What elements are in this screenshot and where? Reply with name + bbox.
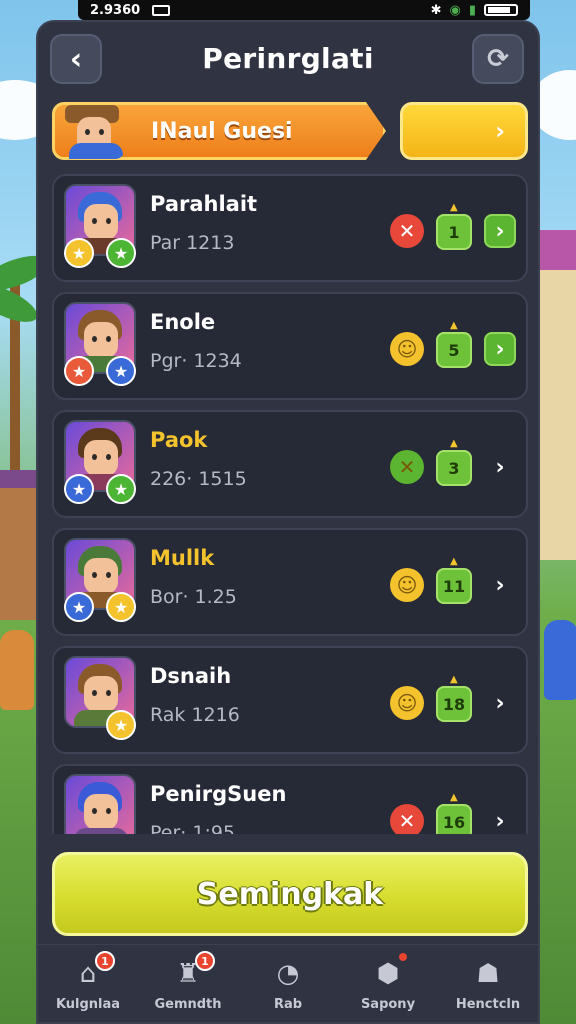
- chevron-right-icon: ›: [495, 117, 505, 145]
- rank-badge: 5: [436, 320, 472, 368]
- player-row[interactable]: ★ ★ Enole Pgr· 1234 ☺ 5 ›: [52, 292, 528, 400]
- achievement-badge-icon: ★: [106, 710, 136, 740]
- player-score: Per· 1:95: [150, 822, 236, 834]
- rank-badge: 1: [436, 202, 472, 250]
- nav-item-rab[interactable]: ◔ Rab: [243, 957, 333, 1012]
- rank-badge: 16: [436, 792, 472, 834]
- rank-badge: 18: [436, 674, 472, 722]
- player-name: Parahlait: [150, 192, 258, 216]
- achievement-badge-icon: ★: [106, 474, 136, 504]
- achievement-badge-icon: ★: [106, 356, 136, 386]
- achievement-badge-icon: ★: [106, 238, 136, 268]
- smiley-icon[interactable]: ☺: [390, 568, 424, 602]
- achievement-badge-icon: ★: [106, 592, 136, 622]
- player-row[interactable]: ★ Dsnaih Rak 1216 ☺ 18 ›: [52, 646, 528, 754]
- player-row[interactable]: ★ ★ Parahlait Par 1213 ✕ 1 ›: [52, 174, 528, 282]
- player-score: Bor· 1.25: [150, 586, 237, 608]
- clock-icon: ◔: [276, 959, 300, 989]
- nav-item-henctcln[interactable]: ☗ Henctcln: [443, 957, 533, 1012]
- rank-badge: 11: [436, 556, 472, 604]
- player-name: PenirgSuen: [150, 782, 287, 806]
- battery-icon: [484, 4, 518, 16]
- nav-item-kulgnlaa[interactable]: ⌂ 1 Kulgnlaa: [43, 951, 133, 1012]
- chevron-right-icon[interactable]: ›: [484, 332, 516, 366]
- nav-item-sapony[interactable]: ⬢ Sapony: [343, 953, 433, 1012]
- banner-avatar: [59, 102, 125, 159]
- nav-label: Sapony: [360, 997, 416, 1012]
- bottom-nav: ⌂ 1 Kulgnlaa ♜ 1 Gemndth ◔ Rab ⬢ Sapony …: [38, 944, 538, 1024]
- nav-item-gemndth[interactable]: ♜ 1 Gemndth: [143, 951, 233, 1012]
- shop-icon: ⬢: [376, 959, 400, 989]
- player-name: Mullk: [150, 546, 215, 570]
- header: ‹ Perinrglati ⟳: [38, 34, 538, 94]
- wifi-icon: ◉: [449, 2, 461, 18]
- chevron-right-icon[interactable]: ›: [484, 568, 516, 602]
- achievement-badge-icon: ★: [64, 474, 94, 504]
- chevron-right-icon[interactable]: ›: [484, 214, 516, 248]
- achievement-badge-icon: ★: [64, 592, 94, 622]
- bluetooth-icon: ✱: [430, 2, 442, 18]
- cross-icon[interactable]: ✕: [390, 450, 424, 484]
- guest-banner[interactable]: INaul Guesi: [52, 102, 386, 160]
- rank-badge: 3: [436, 438, 472, 486]
- status-bar: 2.9360 ✱ ◉ ▮: [78, 0, 530, 20]
- signal-icon: ▮: [468, 2, 476, 18]
- banner-label: INaul Guesi: [151, 119, 293, 144]
- notification-badge: 1: [95, 951, 115, 971]
- nav-label: Rab: [273, 997, 303, 1012]
- chevron-right-icon[interactable]: ›: [484, 450, 516, 484]
- player-score: Pgr· 1234: [150, 350, 242, 372]
- page-title: Perinrglati: [202, 42, 374, 75]
- decline-icon[interactable]: ✕: [390, 804, 424, 834]
- profile-icon: ☗: [476, 959, 500, 989]
- smiley-icon[interactable]: ☺: [390, 332, 424, 366]
- player-score: Par 1213: [150, 232, 235, 254]
- player-name: Dsnaih: [150, 664, 232, 688]
- player-row[interactable]: PenirgSuen Per· 1:95 ✕ 16 ›: [52, 764, 528, 834]
- chevron-right-icon[interactable]: ›: [484, 804, 516, 834]
- player-name: Paok: [150, 428, 208, 452]
- nav-label: Gemndth: [154, 997, 222, 1012]
- notification-badge: 1: [195, 951, 215, 971]
- status-time: 2.9360: [90, 2, 141, 18]
- player-name: Enole: [150, 310, 216, 334]
- leaderboard-panel: ‹ Perinrglati ⟳ INaul Guesi › ★ ★ Parahl…: [36, 20, 540, 1024]
- player-score: 226· 1515: [150, 468, 247, 490]
- achievement-badge-icon: ★: [64, 356, 94, 386]
- refresh-icon: ⟳: [487, 44, 509, 74]
- player-row[interactable]: ★ ★ Paok 226· 1515 ✕ 3 ›: [52, 410, 528, 518]
- notification-dot-icon: [399, 953, 407, 961]
- nav-label: Kulgnlaa: [55, 997, 121, 1012]
- banner-next-button[interactable]: ›: [400, 102, 528, 160]
- chevron-right-icon[interactable]: ›: [484, 686, 516, 720]
- sim-icon: [152, 4, 171, 16]
- refresh-button[interactable]: ⟳: [472, 34, 524, 84]
- decline-icon[interactable]: ✕: [390, 214, 424, 248]
- player-list: ★ ★ Parahlait Par 1213 ✕ 1 › ★ ★ Enole Pgr…: [52, 174, 528, 834]
- smiley-icon[interactable]: ☺: [390, 686, 424, 720]
- primary-action-button[interactable]: Semingkak: [52, 852, 528, 936]
- player-row[interactable]: ★ ★ Mullk Bor· 1.25 ☺ 11 ›: [52, 528, 528, 636]
- player-avatar: [64, 774, 136, 834]
- achievement-badge-icon: ★: [64, 238, 94, 268]
- player-score: Rak 1216: [150, 704, 240, 726]
- nav-label: Henctcln: [455, 997, 521, 1012]
